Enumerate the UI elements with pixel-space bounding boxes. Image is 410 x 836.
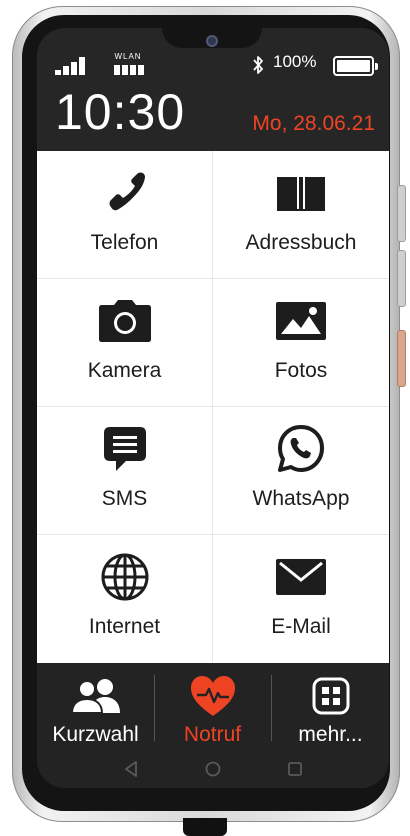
tile-fotos[interactable]: Fotos [213,279,389,407]
battery-percentage: 100% [273,52,317,71]
sms-bubble-icon [103,427,146,471]
volume-up-button[interactable] [397,185,406,242]
camera-icon [98,300,151,342]
wlan-icon [114,65,145,75]
front-camera-icon [206,35,218,47]
clock-date: Mo, 28.06.21 [252,112,375,135]
tile-sms[interactable]: SMS [37,407,213,535]
address-book-icon [277,175,325,211]
photos-icon [276,302,326,340]
tile-label: Telefon [90,231,159,254]
phone-handset-icon [109,172,145,211]
contacts-people-icon [70,679,120,714]
tile-label: Internet [88,615,161,638]
dock-notruf[interactable]: Notruf [154,663,271,753]
dock-kurzwahl[interactable]: Kurzwahl [37,663,154,753]
wlan-label: WLAN [114,52,142,61]
home-icon[interactable] [201,759,225,779]
whatsapp-icon [278,425,324,472]
quick-dock: Kurzwahl Notruf mehr... [37,663,389,753]
signal-strength-icon [55,57,95,75]
globe-icon [101,553,148,601]
tile-whatsapp[interactable]: WhatsApp [213,407,389,535]
phone-screen: WLAN 100% 10:30 Mo, 28.06.21 Telefon Adr… [37,28,389,788]
navigation-bar [37,753,389,788]
dock-mehr[interactable]: mehr... [272,663,389,753]
bluetooth-icon [253,56,263,74]
tile-email[interactable]: E-Mail [213,535,389,663]
battery-fill [337,60,370,72]
tile-adressbuch[interactable]: Adressbuch [213,151,389,279]
app-grid: Telefon Adressbuch Kamera Fotos SMS What… [37,151,389,663]
screen-bezel: WLAN 100% 10:30 Mo, 28.06.21 Telefon Adr… [22,15,390,811]
tile-telefon[interactable]: Telefon [37,151,213,279]
power-button[interactable] [397,330,406,387]
tile-label: Kamera [87,359,162,382]
tile-internet[interactable]: Internet [37,535,213,663]
battery-icon [333,56,378,76]
tile-label: SMS [101,487,148,510]
dock-label: mehr... [298,723,363,746]
recent-apps-icon[interactable] [283,759,307,779]
tile-kamera[interactable]: Kamera [37,279,213,407]
tile-label: Adressbuch [245,231,357,254]
dock-label: Kurzwahl [52,723,139,746]
tile-label: Fotos [274,359,328,382]
envelope-icon [276,559,326,595]
tile-label: E-Mail [271,615,331,638]
back-icon[interactable] [119,759,143,779]
dock-label: Notruf [183,723,242,746]
tile-label: WhatsApp [252,487,350,510]
clock-time: 10:30 [55,84,186,140]
apps-grid-icon [312,677,349,715]
heart-pulse-icon [190,676,235,716]
volume-down-button[interactable] [397,250,406,307]
charging-cable [183,818,227,836]
